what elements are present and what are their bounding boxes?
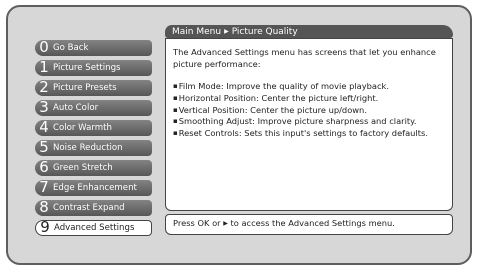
hint-text-after: to access the Advanced Settings menu.: [227, 218, 395, 228]
menu-item-auto-color[interactable]: 3 Auto Color: [35, 100, 152, 116]
menu-item-label: Edge Enhancement: [53, 183, 137, 193]
breadcrumb: Main Menu ▶ Picture Quality: [165, 25, 453, 38]
menu-item-picture-settings[interactable]: 1 Picture Settings: [35, 60, 152, 76]
menu-item-label: Go Back: [53, 43, 89, 53]
breadcrumb-root: Main Menu: [172, 27, 222, 37]
menu-item-green-stretch[interactable]: 6 Green Stretch: [35, 160, 152, 176]
menu-item-number: 9: [40, 220, 50, 236]
breadcrumb-current: Picture Quality: [231, 27, 298, 37]
menu-item-go-back[interactable]: 0 Go Back: [35, 40, 152, 56]
menu-item-label: Picture Settings: [53, 63, 121, 73]
menu-item-number: 1: [39, 60, 49, 76]
menu-item-edge-enhancement[interactable]: 7 Edge Enhancement: [35, 180, 152, 196]
menu-item-number: 7: [39, 180, 49, 196]
menu-item-number: 0: [39, 40, 49, 56]
menu-item-number: 6: [39, 160, 49, 176]
menu-item-label: Green Stretch: [53, 163, 113, 173]
menu-item-label: Color Warmth: [53, 123, 112, 133]
menu-item-number: 5: [39, 140, 49, 156]
menu-item-noise-reduction[interactable]: 5 Noise Reduction: [35, 140, 152, 156]
menu-item-number: 2: [39, 80, 49, 96]
bullet-item: Smoothing Adjust: Improve picture sharpn…: [173, 116, 446, 128]
menu-item-label: Contrast Expand: [53, 203, 125, 213]
description-bullets: Film Mode: Improve the quality of movie …: [173, 81, 446, 140]
bullet-item: Horizontal Position: Center the picture …: [173, 93, 446, 105]
menu-item-contrast-expand[interactable]: 8 Contrast Expand: [35, 200, 152, 216]
description-panel: The Advanced Settings menu has screens t…: [165, 38, 453, 211]
bullet-item: Film Mode: Improve the quality of movie …: [173, 81, 446, 93]
breadcrumb-arrow-icon: ▶: [224, 28, 229, 35]
bullet-item: Vertical Position: Center the picture up…: [173, 105, 446, 117]
menu-item-label: Picture Presets: [53, 83, 117, 93]
bullet-item: Reset Controls: Sets this input's settin…: [173, 128, 446, 140]
menu-item-number: 4: [39, 120, 49, 136]
menu-item-label: Advanced Settings: [54, 223, 135, 233]
hint-text-before: Press OK or: [173, 218, 224, 228]
menu-item-color-warmth[interactable]: 4 Color Warmth: [35, 120, 152, 136]
menu-item-picture-presets[interactable]: 2 Picture Presets: [35, 80, 152, 96]
hint-panel: Press OK or ▶ to access the Advanced Set…: [165, 214, 453, 235]
description-intro: The Advanced Settings menu has screens t…: [173, 47, 436, 69]
menu-item-advanced-settings[interactable]: 9 Advanced Settings: [35, 220, 152, 236]
menu-item-label: Noise Reduction: [53, 143, 123, 153]
menu-item-number: 3: [39, 100, 49, 116]
menu-item-label: Auto Color: [53, 103, 99, 113]
menu-item-number: 8: [39, 200, 49, 216]
